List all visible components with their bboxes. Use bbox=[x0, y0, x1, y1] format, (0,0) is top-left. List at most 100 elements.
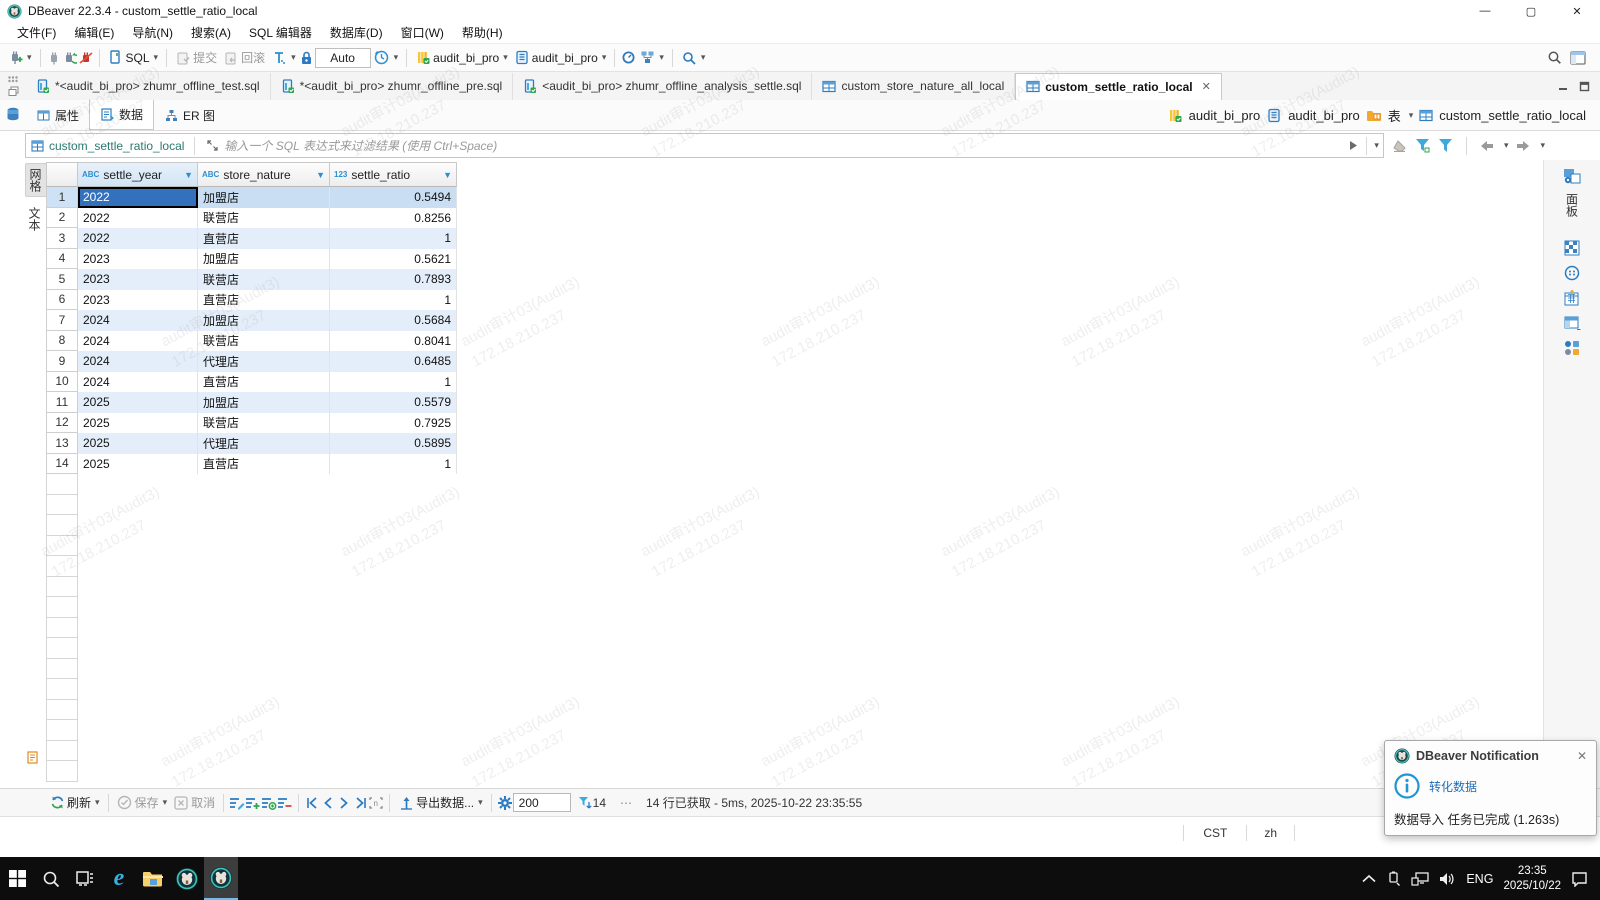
cell-settle_year[interactable]: 2024 bbox=[78, 310, 198, 331]
cell-settle_ratio[interactable]: 1 bbox=[330, 454, 457, 475]
menu-item-2[interactable]: 导航(N) bbox=[123, 22, 182, 43]
taskbar-clock[interactable]: 23:35 2025/10/22 bbox=[1503, 864, 1561, 894]
export-data-button[interactable]: 导出数据... ▾ bbox=[395, 792, 486, 813]
cell-store_nature[interactable]: 直营店 bbox=[198, 290, 330, 311]
column-header-settle_year[interactable]: ABCsettle_year▼ bbox=[78, 162, 198, 187]
minimize-view-icon[interactable] bbox=[1558, 81, 1569, 92]
cell-settle_year[interactable]: 2022 bbox=[78, 208, 198, 229]
cell-store_nature[interactable]: 直营店 bbox=[198, 372, 330, 393]
chevron-down-icon[interactable]: ▾ bbox=[1540, 140, 1545, 151]
menu-item-1[interactable]: 编辑(E) bbox=[65, 22, 123, 43]
context-object-type[interactable]: 表 bbox=[1388, 106, 1401, 125]
cell-settle_ratio[interactable]: 1 bbox=[330, 372, 457, 393]
cell-settle_ratio[interactable]: 0.5684 bbox=[330, 310, 457, 331]
cell-settle_year[interactable]: 2025 bbox=[78, 454, 198, 475]
start-button[interactable] bbox=[0, 857, 34, 900]
dbeaver-taskbar-icon[interactable] bbox=[170, 857, 204, 900]
back-icon[interactable] bbox=[1479, 138, 1495, 154]
cell-settle_ratio[interactable]: 0.5621 bbox=[330, 249, 457, 270]
menu-item-0[interactable]: 文件(F) bbox=[8, 22, 65, 43]
row-number[interactable]: 9 bbox=[46, 351, 78, 372]
refresh-button[interactable]: 刷新 ▾ bbox=[46, 792, 103, 813]
row-number-header[interactable] bbox=[46, 162, 78, 187]
cell-store_nature[interactable]: 联营店 bbox=[198, 208, 330, 229]
save-button[interactable]: 保存 ▾ bbox=[114, 792, 171, 813]
row-number[interactable]: 2 bbox=[46, 208, 78, 229]
cell-settle_year[interactable]: 2025 bbox=[78, 392, 198, 413]
add-row-icon[interactable] bbox=[245, 795, 261, 811]
tab-close-icon[interactable]: ✕ bbox=[1202, 80, 1211, 93]
cell-settle_year[interactable]: 2023 bbox=[78, 249, 198, 270]
row-number[interactable]: 3 bbox=[46, 228, 78, 249]
tab-er-diagram[interactable]: ER 图 bbox=[154, 100, 225, 130]
cell-store_nature[interactable]: 加盟店 bbox=[198, 187, 330, 208]
cell-settle_year[interactable]: 2023 bbox=[78, 290, 198, 311]
input-language-indicator[interactable]: ENG bbox=[1466, 872, 1493, 886]
perspective-icon[interactable] bbox=[1570, 50, 1586, 66]
cell-settle_year[interactable]: 2022 bbox=[78, 187, 198, 208]
column-dropdown-icon[interactable]: ▼ bbox=[443, 170, 452, 180]
tab-properties[interactable]: 属性 bbox=[26, 100, 89, 130]
filter-settings-icon[interactable] bbox=[1438, 138, 1454, 154]
quick-access-search-icon[interactable] bbox=[1546, 50, 1562, 66]
reconnect-icon[interactable] bbox=[62, 50, 78, 66]
active-connection-combo[interactable]: audit_bi_pro ▾ bbox=[412, 48, 511, 68]
row-number[interactable]: 5 bbox=[46, 269, 78, 290]
cell-settle_ratio[interactable]: 0.7893 bbox=[330, 269, 457, 290]
close-button[interactable]: ✕ bbox=[1554, 0, 1600, 22]
editor-tab-0[interactable]: *<audit_bi_pro> zhumr_offline_test.sql bbox=[26, 73, 271, 100]
cell-settle_year[interactable]: 2025 bbox=[78, 433, 198, 454]
row-number[interactable]: 14 bbox=[46, 454, 78, 475]
cell-settle_ratio[interactable]: 0.5579 bbox=[330, 392, 457, 413]
new-sql-editor-button[interactable]: SQL ▾ bbox=[105, 48, 162, 68]
row-number[interactable]: 8 bbox=[46, 331, 78, 352]
settings-gear-icon[interactable] bbox=[497, 795, 513, 811]
cell-store_nature[interactable]: 加盟店 bbox=[198, 392, 330, 413]
dashboard-icon[interactable] bbox=[620, 50, 636, 66]
aggregate-icon[interactable] bbox=[1564, 265, 1580, 281]
cell-store_nature[interactable]: 加盟店 bbox=[198, 310, 330, 331]
panels-icon[interactable] bbox=[1563, 168, 1581, 184]
cell-store_nature[interactable]: 联营店 bbox=[198, 269, 330, 290]
notification-action-link[interactable]: 转化数据 bbox=[1429, 778, 1477, 795]
context-schema[interactable]: audit_bi_pro bbox=[1288, 108, 1360, 123]
expand-filter-icon[interactable] bbox=[205, 139, 219, 153]
row-number[interactable]: 7 bbox=[46, 310, 78, 331]
previous-row-icon[interactable] bbox=[320, 795, 336, 811]
cell-settle_year[interactable]: 2022 bbox=[78, 228, 198, 249]
volume-icon[interactable] bbox=[1439, 872, 1456, 886]
tray-chevron-up-icon[interactable] bbox=[1362, 874, 1376, 883]
dbeaver-taskbar-icon-active[interactable] bbox=[204, 857, 238, 900]
cell-settle_ratio[interactable]: 0.7925 bbox=[330, 413, 457, 434]
row-number[interactable]: 10 bbox=[46, 372, 78, 393]
delete-row-icon[interactable] bbox=[277, 795, 293, 811]
action-center-icon[interactable] bbox=[1571, 871, 1588, 887]
cell-settle_ratio[interactable]: 0.8041 bbox=[330, 331, 457, 352]
active-schema-combo[interactable]: audit_bi_pro ▾ bbox=[511, 48, 610, 68]
context-connection[interactable]: audit_bi_pro bbox=[1189, 108, 1261, 123]
value-viewer-icon[interactable] bbox=[1564, 240, 1580, 256]
row-number[interactable]: 6 bbox=[46, 290, 78, 311]
edit-cell-icon[interactable] bbox=[229, 795, 245, 811]
calendar-icon[interactable] bbox=[1564, 290, 1580, 307]
editor-tab-4[interactable]: custom_settle_ratio_local✕ bbox=[1015, 73, 1222, 100]
minimize-button[interactable]: — bbox=[1462, 0, 1508, 22]
cell-settle_ratio[interactable]: 0.6485 bbox=[330, 351, 457, 372]
disconnect-icon[interactable] bbox=[78, 50, 94, 66]
column-header-settle_ratio[interactable]: 123settle_ratio▼ bbox=[330, 162, 457, 187]
cell-settle_ratio[interactable]: 0.8256 bbox=[330, 208, 457, 229]
restore-view-icon[interactable] bbox=[8, 86, 19, 96]
menu-item-3[interactable]: 搜索(A) bbox=[182, 22, 240, 43]
cell-store_nature[interactable]: 代理店 bbox=[198, 351, 330, 372]
maximize-view-icon[interactable] bbox=[1579, 81, 1590, 92]
cell-settle_ratio[interactable]: 0.5494 bbox=[330, 187, 457, 208]
task-view-button[interactable] bbox=[68, 857, 102, 900]
cell-settle_year[interactable]: 2025 bbox=[78, 413, 198, 434]
cell-settle_ratio[interactable]: 0.5895 bbox=[330, 433, 457, 454]
cell-store_nature[interactable]: 代理店 bbox=[198, 433, 330, 454]
status-overflow-icon[interactable]: ⋯ bbox=[620, 796, 632, 810]
row-number[interactable]: 1 bbox=[46, 187, 78, 208]
editor-tab-2[interactable]: <audit_bi_pro> zhumr_offline_analysis_se… bbox=[513, 73, 812, 100]
taskbar-search-button[interactable] bbox=[34, 857, 68, 900]
fetch-size-input[interactable]: 200 bbox=[513, 793, 571, 812]
